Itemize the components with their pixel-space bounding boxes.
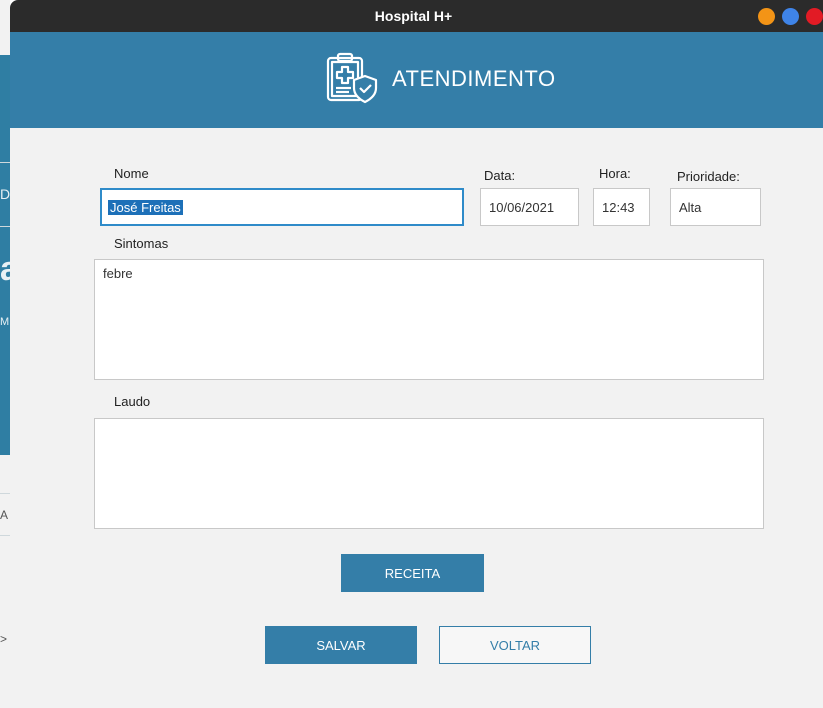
form-panel: Nome Data: Hora: Prioridade: José Freita… [10, 128, 823, 708]
window-title: Hospital H+ [374, 8, 453, 24]
priority-input[interactable]: Alta [670, 188, 761, 226]
symptoms-textarea[interactable]: febre [94, 259, 764, 380]
date-label: Data: [484, 168, 516, 183]
date-input[interactable]: 10/06/2021 [480, 188, 579, 226]
report-textarea[interactable] [94, 418, 764, 529]
clipboard-medical-shield-icon [326, 52, 378, 104]
prescription-button[interactable]: RECEITA [341, 554, 484, 592]
window-titlebar[interactable]: Hospital H+ [10, 0, 823, 32]
minimize-button[interactable] [758, 8, 775, 25]
maximize-button[interactable] [782, 8, 799, 25]
time-input-value: 12:43 [602, 200, 635, 215]
background-text: A [0, 508, 9, 522]
date-input-value: 10/06/2021 [489, 200, 555, 215]
back-button[interactable]: VOLTAR [439, 626, 591, 664]
report-label: Laudo [114, 394, 151, 409]
time-label: Hora: [599, 166, 631, 181]
prescription-button-label: RECEITA [384, 565, 441, 581]
name-input[interactable]: José Freitas [100, 188, 464, 226]
background-text: De [0, 186, 10, 202]
background-text: > [0, 632, 8, 646]
priority-label: Prioridade: [677, 169, 740, 184]
name-label: Nome [114, 166, 149, 181]
symptoms-label: Sintomas [114, 236, 169, 251]
background-divider [0, 493, 10, 494]
background-text: a [0, 250, 10, 288]
priority-input-value: Alta [679, 200, 702, 215]
page-title: ATENDIMENTO [392, 66, 556, 91]
background-divider [0, 535, 10, 536]
symptoms-text: febre [103, 266, 133, 281]
close-window-button[interactable] [806, 8, 823, 25]
background-divider [0, 162, 10, 163]
name-input-value: José Freitas [108, 200, 183, 215]
back-button-label: VOLTAR [489, 637, 541, 653]
save-button-label: SALVAR [316, 637, 366, 653]
time-input[interactable]: 12:43 [593, 188, 650, 226]
background-divider [0, 226, 10, 227]
background-text: M [0, 316, 10, 328]
save-button[interactable]: SALVAR [265, 626, 417, 664]
page-header: ATENDIMENTO [10, 32, 823, 128]
